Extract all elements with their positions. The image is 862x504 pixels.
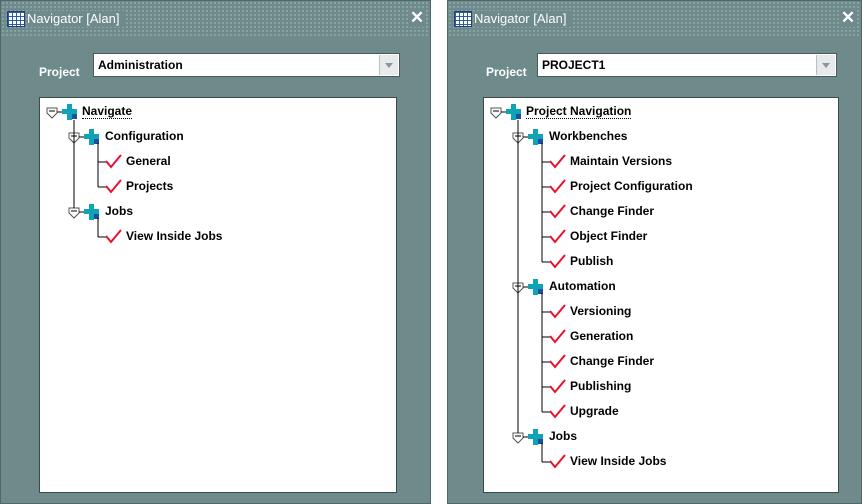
cross-folder-icon <box>62 104 77 120</box>
cross-folder-icon <box>528 129 543 145</box>
cross-folder-icon <box>528 279 543 295</box>
checkmark-icon <box>105 154 122 169</box>
cross-folder-icon <box>84 204 99 220</box>
checkmark-icon <box>549 454 566 469</box>
navigator-window-project1: Navigator [Alan] ✕ Project PROJECT1 Proj… <box>447 0 862 504</box>
tree-leaf-upgrade[interactable]: Upgrade <box>570 404 619 418</box>
checkmark-icon <box>549 329 566 344</box>
checkmark-icon <box>549 254 566 269</box>
project-label: Project <box>39 65 80 79</box>
navigator-window-administration: Navigator [Alan] ✕ Project Administratio… <box>0 0 431 504</box>
checkmark-icon <box>549 154 566 169</box>
navigation-tree[interactable]: Project Navigation Workbenches Maintain Ve… <box>483 97 839 493</box>
tree-leaf-maintain-versions[interactable]: Maintain Versions <box>570 154 672 168</box>
checkmark-icon <box>549 354 566 369</box>
cross-folder-icon <box>506 104 521 120</box>
tree-leaf-publishing[interactable]: Publishing <box>570 379 631 393</box>
project-label: Project <box>486 65 527 79</box>
checkmark-icon <box>105 229 122 244</box>
tree-leaf-change-finder[interactable]: Change Finder <box>570 354 654 368</box>
tree-leaf-generation[interactable]: Generation <box>570 329 633 343</box>
collapse-node-icon[interactable] <box>68 207 80 219</box>
cross-folder-icon <box>84 129 99 145</box>
close-icon[interactable]: ✕ <box>408 9 426 27</box>
checkmark-icon <box>549 229 566 244</box>
close-icon[interactable]: ✕ <box>839 9 857 27</box>
tree-leaf-view-inside-jobs[interactable]: View Inside Jobs <box>570 454 666 468</box>
checkmark-icon <box>549 304 566 319</box>
tree-node-jobs[interactable]: Jobs <box>549 429 577 443</box>
tree-leaf-projects[interactable]: Projects <box>126 179 173 193</box>
tree-leaf-change-finder[interactable]: Change Finder <box>570 204 654 218</box>
project-select-value: Administration <box>98 58 183 72</box>
checkmark-icon <box>549 404 566 419</box>
tree-root[interactable]: Project Navigation <box>526 104 632 119</box>
cross-folder-icon <box>528 429 543 445</box>
tree-leaf-versioning[interactable]: Versioning <box>570 304 631 318</box>
navigation-tree[interactable]: Navigate Configuration General Projects Jobs… <box>39 97 397 493</box>
project-select[interactable]: Administration <box>93 53 400 77</box>
chevron-down-icon[interactable] <box>816 55 835 75</box>
chevron-down-icon[interactable] <box>379 55 398 75</box>
tree-leaf-view-inside-jobs[interactable]: View Inside Jobs <box>126 229 222 243</box>
window-title: Navigator [Alan] <box>27 11 126 27</box>
tree-leaf-object-finder[interactable]: Object Finder <box>570 229 647 243</box>
tree-node-automation[interactable]: Automation <box>549 279 616 293</box>
grid-table-icon <box>454 11 472 27</box>
tree-root[interactable]: Navigate <box>82 104 133 119</box>
checkmark-icon <box>105 179 122 194</box>
window-title: Navigator [Alan] <box>474 11 573 27</box>
tree-leaf-general[interactable]: General <box>126 154 171 168</box>
tree-node-jobs[interactable]: Jobs <box>105 204 133 218</box>
grid-table-icon <box>7 11 25 27</box>
title-bar[interactable]: Navigator [Alan] ✕ <box>448 1 861 37</box>
tree-leaf-publish[interactable]: Publish <box>570 254 613 268</box>
collapse-node-icon[interactable] <box>46 107 58 119</box>
checkmark-icon <box>549 204 566 219</box>
tree-leaf-project-configuration[interactable]: Project Configuration <box>570 179 693 193</box>
checkmark-icon <box>549 379 566 394</box>
collapse-node-icon[interactable] <box>512 432 524 444</box>
project-select-value: PROJECT1 <box>542 58 606 72</box>
project-select[interactable]: PROJECT1 <box>537 53 837 77</box>
collapse-node-icon[interactable] <box>490 107 502 119</box>
tree-node-configuration[interactable]: Configuration <box>105 129 184 143</box>
tree-node-workbenches[interactable]: Workbenches <box>549 129 627 143</box>
title-bar[interactable]: Navigator [Alan] ✕ <box>1 1 430 37</box>
checkmark-icon <box>549 179 566 194</box>
